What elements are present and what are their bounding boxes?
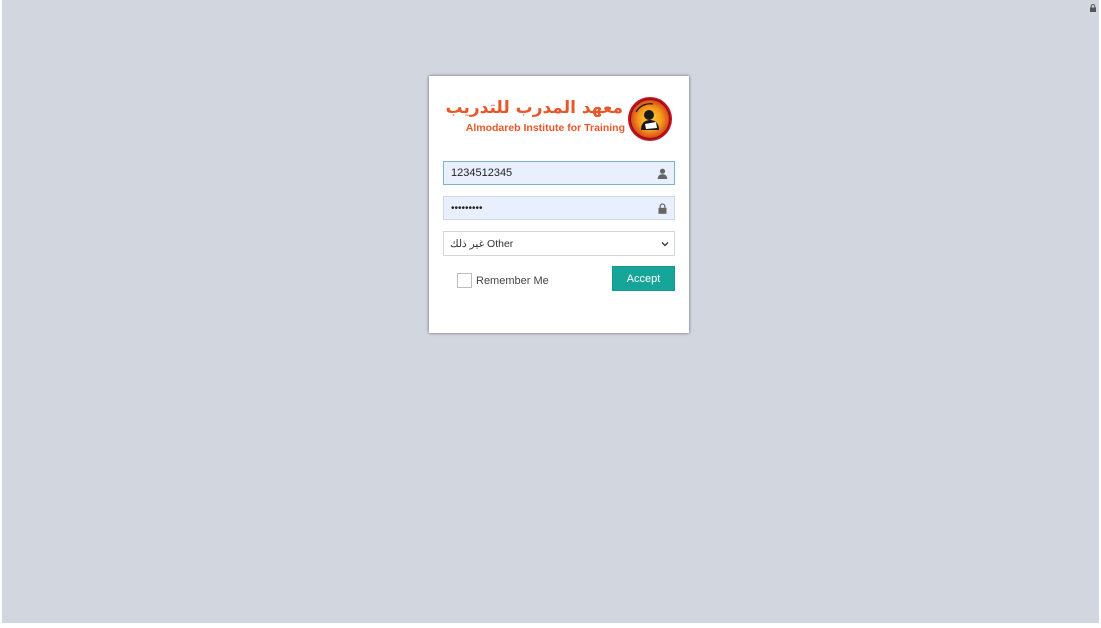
password-field-wrapper [443, 196, 675, 220]
username-field-wrapper [443, 161, 675, 185]
accept-button[interactable]: Accept [612, 266, 675, 291]
page-background: معهد المدرب للتدريب Almodareb Institute … [2, 0, 1099, 623]
lock-icon [658, 203, 667, 214]
category-select-value: غير ذلك Other [450, 238, 514, 250]
logo-english-name: Almodareb Institute for Training [465, 122, 625, 134]
remember-me: Remember Me [457, 273, 587, 290]
username-input[interactable] [444, 162, 644, 184]
password-input[interactable] [444, 197, 644, 219]
remember-me-label: Remember Me [476, 275, 549, 287]
chevron-down-icon [661, 242, 669, 247]
institute-logo: معهد المدرب للتدريب Almodareb Institute … [445, 96, 673, 142]
lock-icon [1090, 4, 1096, 12]
category-select[interactable]: غير ذلك Other [443, 231, 675, 256]
remember-me-checkbox[interactable] [457, 273, 472, 288]
login-card: معهد المدرب للتدريب Almodareb Institute … [429, 76, 689, 333]
institute-emblem-icon [628, 97, 672, 141]
logo-arabic-name: معهد المدرب للتدريب [445, 98, 623, 118]
user-icon [657, 168, 668, 179]
